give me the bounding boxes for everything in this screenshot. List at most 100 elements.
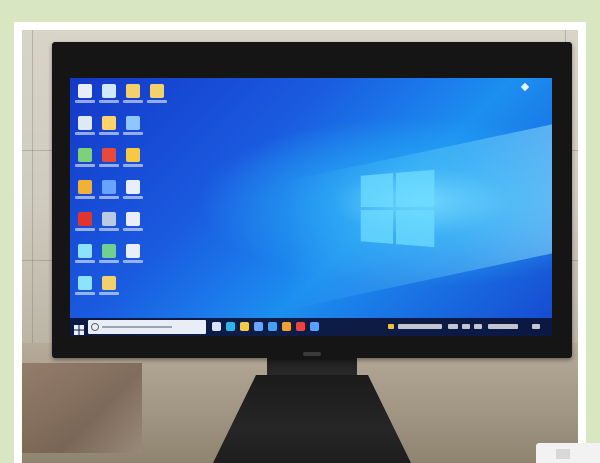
logo-pane xyxy=(395,169,435,207)
desktop-shortcut[interactable] xyxy=(74,178,96,208)
icon-caption xyxy=(99,164,119,167)
icon-caption xyxy=(75,196,95,199)
logo-pane xyxy=(360,173,394,208)
desk-clutter xyxy=(22,363,142,453)
desktop-shortcut[interactable] xyxy=(122,178,144,208)
monitor-bezel xyxy=(52,42,572,358)
desktop-shortcut[interactable] xyxy=(74,146,96,176)
desktop-shortcut[interactable] xyxy=(74,274,96,304)
network-icon xyxy=(78,148,92,162)
this-pc-icon xyxy=(78,84,92,98)
app-icon[interactable] xyxy=(310,322,319,331)
corner-thumbnail xyxy=(536,443,600,463)
icon-caption xyxy=(99,260,119,263)
empty-icon-slot xyxy=(146,114,168,144)
app-shortcut-icon xyxy=(126,116,140,130)
logo-pane xyxy=(395,210,435,248)
icon-caption xyxy=(75,292,95,295)
search-placeholder xyxy=(102,326,172,328)
windows-logo-icon xyxy=(360,169,436,249)
tray-network-icon[interactable] xyxy=(462,324,470,329)
windows-start-icon xyxy=(74,325,84,335)
edge-icon[interactable] xyxy=(226,322,235,331)
logo-pane xyxy=(360,209,394,244)
tray-chevron-icon[interactable] xyxy=(448,324,458,329)
app-shortcut-icon xyxy=(78,276,92,290)
taskbar xyxy=(70,318,552,336)
folder-icon xyxy=(126,84,140,98)
acrobat-icon xyxy=(78,212,92,226)
icon-caption xyxy=(99,196,119,199)
mail-icon[interactable] xyxy=(268,322,277,331)
map-icon xyxy=(102,244,116,258)
desktop-shortcut[interactable] xyxy=(98,210,120,240)
icon-caption xyxy=(75,164,95,167)
desktop-shortcut[interactable] xyxy=(122,114,144,144)
icon-caption xyxy=(75,132,95,135)
icon-caption xyxy=(123,132,143,135)
browser-icon[interactable] xyxy=(282,322,291,331)
empty-icon-slot xyxy=(146,178,168,208)
icon-caption xyxy=(99,132,119,135)
app-shortcut-icon xyxy=(126,148,140,162)
desktop-shortcut[interactable] xyxy=(122,146,144,176)
icon-caption xyxy=(75,260,95,263)
desktop-shortcut[interactable] xyxy=(98,274,120,304)
folder-icon xyxy=(102,276,116,290)
desktop-screen xyxy=(70,78,552,336)
wall-tile-line xyxy=(32,30,33,343)
notification-icon[interactable] xyxy=(532,324,540,329)
icon-caption xyxy=(123,260,143,263)
tray-volume-icon[interactable] xyxy=(474,324,482,329)
desktop-shortcut[interactable] xyxy=(74,82,96,112)
icon-caption xyxy=(99,292,119,295)
settings-icon xyxy=(102,212,116,226)
desktop-icon-grid xyxy=(74,82,168,304)
desktop-shortcut[interactable] xyxy=(74,210,96,240)
desktop-shortcut[interactable] xyxy=(74,114,96,144)
tray-app-icon[interactable] xyxy=(388,324,394,329)
tray-status-text xyxy=(398,324,442,329)
desktop-shortcut[interactable] xyxy=(146,82,168,112)
desktop-shortcut[interactable] xyxy=(98,82,120,112)
icon-caption xyxy=(123,228,143,231)
empty-icon-slot xyxy=(146,146,168,176)
desktop-shortcut[interactable] xyxy=(98,146,120,176)
store-icon[interactable] xyxy=(254,322,263,331)
app-shortcut-icon xyxy=(78,244,92,258)
icon-caption xyxy=(99,100,119,103)
task-view-icon[interactable] xyxy=(212,322,221,331)
icon-caption xyxy=(75,228,95,231)
taskbar-search-box[interactable] xyxy=(88,320,206,334)
desktop-shortcut[interactable] xyxy=(98,242,120,272)
document-icon xyxy=(126,180,140,194)
icon-caption xyxy=(147,100,167,103)
desktop-shortcut[interactable] xyxy=(122,210,144,240)
desktop-shortcut[interactable] xyxy=(122,82,144,112)
brand-logo xyxy=(303,352,321,356)
browser-icon xyxy=(78,180,92,194)
start-button[interactable] xyxy=(73,321,85,335)
photo-frame xyxy=(14,22,586,463)
document-icon xyxy=(126,212,140,226)
icon-caption xyxy=(75,100,95,103)
folder-icon xyxy=(150,84,164,98)
document-icon xyxy=(126,244,140,258)
explorer-icon[interactable] xyxy=(240,322,249,331)
app-icon[interactable] xyxy=(296,322,305,331)
icon-caption xyxy=(123,164,143,167)
recycle-bin-icon xyxy=(78,116,92,130)
editor-icon xyxy=(102,180,116,194)
empty-icon-slot xyxy=(146,210,168,240)
tray-clock[interactable] xyxy=(488,324,518,329)
icon-caption xyxy=(123,196,143,199)
pen-cursor-icon xyxy=(520,82,530,92)
empty-icon-slot xyxy=(146,242,168,272)
shortcut-icon xyxy=(102,116,116,130)
photo xyxy=(22,30,578,463)
desktop-shortcut[interactable] xyxy=(74,242,96,272)
icon-caption xyxy=(123,100,143,103)
desktop-shortcut[interactable] xyxy=(122,242,144,272)
desktop-shortcut[interactable] xyxy=(98,178,120,208)
desktop-shortcut[interactable] xyxy=(98,114,120,144)
